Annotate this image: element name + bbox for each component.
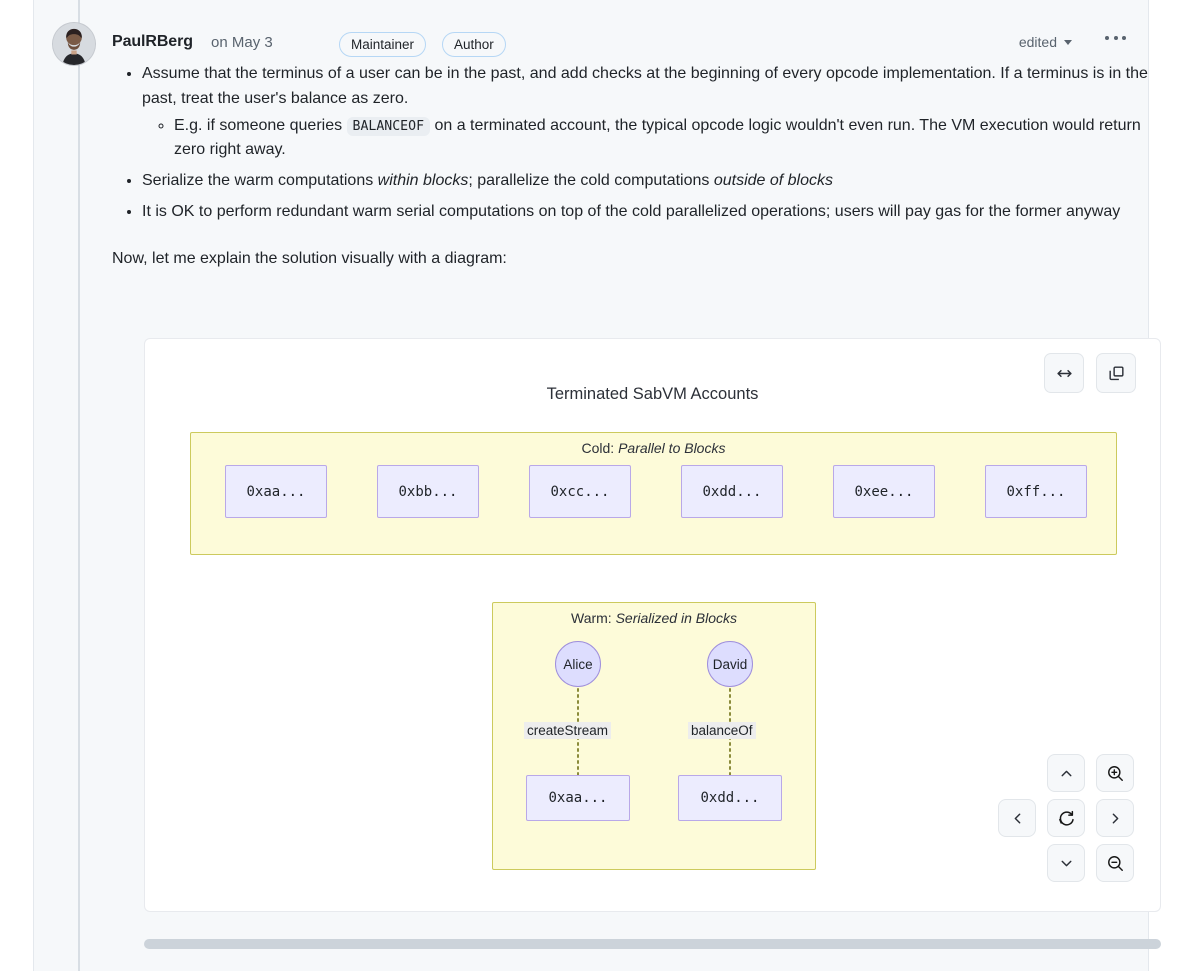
comment-body: Assume that the terminus of a user can b… [112, 62, 1172, 272]
subgraph-warm-label: Warm: Serialized in Blocks [493, 610, 815, 626]
subgraph-cold: Cold: Parallel to Blocks 0xaa... 0xbb...… [190, 432, 1117, 555]
cold-account-node[interactable]: 0xcc... [529, 465, 631, 518]
edited-dropdown[interactable]: edited [1019, 34, 1072, 50]
cold-account-node[interactable]: 0xaa... [225, 465, 327, 518]
chevron-right-icon [1112, 813, 1118, 823]
bullet-emphasis: within blocks [377, 172, 469, 190]
list-item: Serialize the warm computations within b… [142, 169, 1172, 194]
list-item: It is OK to perform redundant warm seria… [142, 200, 1172, 225]
edge-label: balanceOf [688, 722, 756, 739]
subgraph-warm: Warm: Serialized in Blocks Alice David c… [492, 602, 816, 870]
subgraph-warm-prefix: Warm: [571, 610, 616, 626]
cold-account-node[interactable]: 0xee... [833, 465, 935, 518]
kebab-dot-icon [1105, 36, 1109, 40]
thread-connector-line [78, 0, 80, 971]
comment-header: PaulRBerg on May 3 Maintainer Author edi… [34, 0, 1150, 70]
cold-account-node[interactable]: 0xdd... [681, 465, 783, 518]
diagram-nav-controls [998, 754, 1138, 889]
arrows-left-right-icon [1056, 369, 1072, 377]
body-paragraph: Now, let me explain the solution visuall… [112, 249, 507, 267]
badge-author: Author [442, 32, 506, 57]
badge-maintainer: Maintainer [339, 32, 427, 57]
subgraph-cold-prefix: Cold: [581, 440, 619, 456]
reset-view-button[interactable] [1047, 799, 1085, 837]
pan-right-button[interactable] [1096, 799, 1134, 837]
cold-account-node[interactable]: 0xff... [985, 465, 1087, 518]
bullet-text-part: Serialize the warm computations [142, 172, 378, 190]
scrollbar-thumb[interactable] [144, 939, 1161, 949]
copy-icon [1108, 365, 1124, 380]
chevron-left-icon [1014, 813, 1020, 823]
diagram-title: Terminated SabVM Accounts [546, 385, 759, 403]
bullet-text-part: ; parallelize the cold computations [468, 172, 714, 190]
mermaid-diagram-panel: Terminated SabVM Accounts Cold: Parallel… [144, 338, 1161, 912]
bullet-emphasis: outside of blocks [713, 172, 834, 190]
more-options-button[interactable] [1105, 36, 1126, 40]
screenshot-root: PaulRBerg on May 3 Maintainer Author edi… [0, 0, 1200, 971]
subgraph-cold-label: Cold: Parallel to Blocks [191, 440, 1116, 456]
list-item: E.g. if someone queries BALANCEOF on a t… [174, 114, 1172, 164]
pan-up-button[interactable] [1047, 754, 1085, 792]
comment-panel: PaulRBerg on May 3 Maintainer Author edi… [33, 0, 1161, 971]
chevron-up-icon [1061, 770, 1071, 776]
comment-author[interactable]: PaulRBerg [112, 33, 193, 51]
warm-actor-node[interactable]: Alice [555, 641, 601, 687]
pan-down-button[interactable] [1047, 844, 1085, 882]
kebab-dot-icon [1113, 36, 1118, 40]
edited-label: edited [1018, 34, 1057, 50]
edge-label: createStream [524, 722, 612, 739]
magnifier-plus-icon [1107, 765, 1123, 781]
chevron-down-icon [1061, 860, 1071, 866]
zoom-out-button[interactable] [1096, 844, 1134, 882]
magnifier-minus-icon [1107, 855, 1123, 871]
chevron-down-icon [1064, 39, 1072, 45]
list-item: Assume that the terminus of a user can b… [142, 62, 1172, 163]
cold-account-node[interactable]: 0xbb... [377, 465, 479, 518]
code-chip-balanceof: BALANCEOF [346, 116, 431, 136]
avatar[interactable] [52, 22, 96, 66]
bullet-text: Assume that the terminus of a user can b… [142, 65, 1148, 107]
pan-left-button[interactable] [998, 799, 1036, 837]
comment-timestamp[interactable]: on May 3 [211, 34, 273, 51]
warm-edges [493, 641, 817, 871]
kebab-dot-icon [1122, 36, 1126, 40]
horizontal-scrollbar[interactable] [144, 939, 1161, 949]
refresh-icon [1058, 810, 1074, 826]
zoom-in-button[interactable] [1096, 754, 1134, 792]
warm-target-node[interactable]: 0xdd... [678, 775, 782, 821]
bullet-text: It is OK to perform redundant warm seria… [142, 202, 1121, 220]
bullet-list: Assume that the terminus of a user can b… [112, 62, 1172, 225]
subgraph-warm-emphasis: Serialized in Blocks [615, 610, 737, 626]
warm-target-node[interactable]: 0xaa... [526, 775, 630, 821]
edge-arrows-icon [572, 688, 736, 791]
subgraph-cold-emphasis: Parallel to Blocks [618, 440, 726, 456]
warm-actor-node[interactable]: David [707, 641, 753, 687]
sub-bullet-list: E.g. if someone queries BALANCEOF on a t… [142, 114, 1172, 164]
sub-bullet-pre: E.g. if someone queries [174, 116, 347, 134]
